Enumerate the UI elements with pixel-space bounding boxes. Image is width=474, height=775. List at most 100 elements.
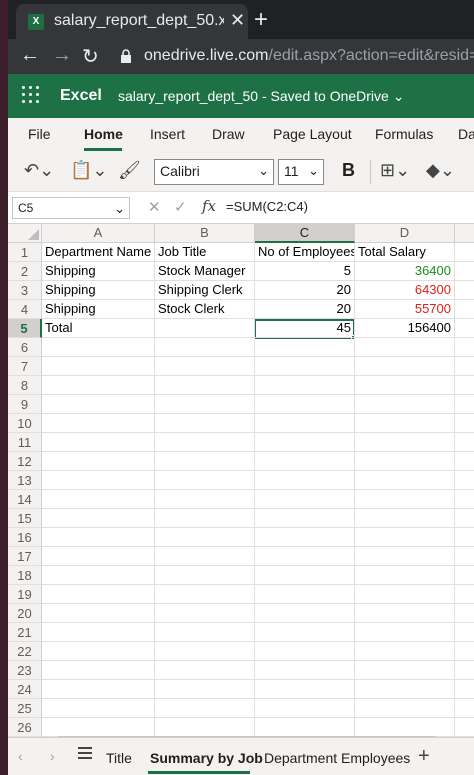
table-cell[interactable] <box>455 357 474 376</box>
table-cell[interactable] <box>355 699 455 718</box>
row-header[interactable]: 22 <box>8 642 42 661</box>
table-cell[interactable] <box>455 528 474 547</box>
table-cell[interactable] <box>355 509 455 528</box>
table-cell[interactable] <box>42 414 155 433</box>
undo-icon[interactable]: ↶⌄ <box>24 160 54 181</box>
table-cell[interactable] <box>42 452 155 471</box>
table-cell[interactable] <box>155 604 255 623</box>
column-header[interactable]: B <box>155 224 255 243</box>
table-cell[interactable] <box>455 509 474 528</box>
table-cell[interactable] <box>255 471 355 490</box>
row-header[interactable]: 14 <box>8 490 42 509</box>
tab-formulas[interactable]: Formulas <box>375 126 433 142</box>
table-cell[interactable]: Job Title <box>155 243 255 262</box>
table-cell[interactable]: Shipping <box>42 262 155 281</box>
table-cell[interactable] <box>42 699 155 718</box>
table-cell[interactable] <box>455 452 474 471</box>
table-cell[interactable] <box>42 642 155 661</box>
table-cell[interactable] <box>355 395 455 414</box>
font-size-select[interactable]: 11 ⌄ <box>278 159 324 185</box>
table-cell[interactable] <box>42 547 155 566</box>
row-header[interactable]: 1 <box>8 243 42 262</box>
table-cell[interactable]: 45 <box>255 319 355 338</box>
row-header[interactable]: 3 <box>8 281 42 300</box>
table-cell[interactable] <box>255 585 355 604</box>
new-tab-icon[interactable]: + <box>254 6 268 34</box>
table-cell[interactable] <box>455 547 474 566</box>
table-cell[interactable] <box>42 718 155 737</box>
table-cell[interactable] <box>455 243 474 262</box>
sheet-tab-title[interactable]: Title <box>106 750 132 766</box>
row-header[interactable]: 6 <box>8 338 42 357</box>
table-cell[interactable] <box>255 414 355 433</box>
fill-color-icon[interactable]: ◆⌄ <box>426 160 455 181</box>
table-cell[interactable] <box>455 433 474 452</box>
table-cell[interactable] <box>455 300 474 319</box>
select-all-corner[interactable] <box>8 224 42 243</box>
table-cell[interactable] <box>455 566 474 585</box>
row-header[interactable]: 16 <box>8 528 42 547</box>
table-cell[interactable] <box>355 452 455 471</box>
sheet-tab-department-employees[interactable]: Department Employees <box>264 750 410 766</box>
row-header[interactable]: 5 <box>8 319 42 338</box>
row-header[interactable]: 7 <box>8 357 42 376</box>
table-cell[interactable]: 20 <box>255 281 355 300</box>
table-cell[interactable] <box>155 680 255 699</box>
row-header[interactable]: 23 <box>8 661 42 680</box>
table-cell[interactable] <box>42 528 155 547</box>
lock-icon[interactable] <box>120 48 132 64</box>
tab-file[interactable]: File <box>28 126 51 142</box>
table-cell[interactable]: Department Name <box>42 243 155 262</box>
table-cell[interactable]: Shipping <box>42 281 155 300</box>
table-cell[interactable] <box>455 414 474 433</box>
column-header[interactable]: D <box>355 224 455 243</box>
table-cell[interactable]: Stock Manager <box>155 262 255 281</box>
table-cell[interactable] <box>455 281 474 300</box>
table-cell[interactable] <box>255 661 355 680</box>
row-header[interactable]: 15 <box>8 509 42 528</box>
table-cell[interactable]: 156400 <box>355 319 455 338</box>
table-cell[interactable] <box>155 528 255 547</box>
tab-page-layout[interactable]: Page Layout <box>273 126 352 142</box>
row-header[interactable]: 12 <box>8 452 42 471</box>
table-cell[interactable]: No of Employees <box>255 243 355 262</box>
table-cell[interactable] <box>42 509 155 528</box>
app-launcher-icon[interactable] <box>22 86 40 104</box>
format-painter-icon[interactable]: 🖌 <box>118 160 141 181</box>
table-cell[interactable] <box>255 376 355 395</box>
table-cell[interactable] <box>255 566 355 585</box>
row-header[interactable]: 2 <box>8 262 42 281</box>
row-header[interactable]: 4 <box>8 300 42 319</box>
table-cell[interactable] <box>355 528 455 547</box>
back-arrow-icon[interactable]: ← <box>20 44 40 67</box>
table-cell[interactable] <box>155 547 255 566</box>
table-cell[interactable] <box>355 433 455 452</box>
row-header[interactable]: 26 <box>8 718 42 737</box>
row-header[interactable]: 25 <box>8 699 42 718</box>
row-header[interactable]: 17 <box>8 547 42 566</box>
table-cell[interactable] <box>455 718 474 737</box>
scroll-left-icon[interactable]: ‹ <box>18 748 23 764</box>
browser-tab[interactable]: X salary_report_dept_50.xlsx ✕ <box>16 4 248 39</box>
table-cell[interactable] <box>355 357 455 376</box>
table-cell[interactable]: Shipping <box>42 300 155 319</box>
table-cell[interactable] <box>155 699 255 718</box>
table-cell[interactable] <box>255 452 355 471</box>
table-cell[interactable] <box>42 566 155 585</box>
table-cell[interactable] <box>455 319 474 338</box>
table-cell[interactable] <box>255 433 355 452</box>
row-header[interactable]: 21 <box>8 623 42 642</box>
table-cell[interactable] <box>255 395 355 414</box>
table-cell[interactable] <box>455 699 474 718</box>
row-header[interactable]: 18 <box>8 566 42 585</box>
table-cell[interactable] <box>455 471 474 490</box>
table-cell[interactable] <box>42 490 155 509</box>
table-cell[interactable] <box>155 452 255 471</box>
row-header[interactable]: 9 <box>8 395 42 414</box>
table-cell[interactable] <box>155 433 255 452</box>
row-header[interactable]: 11 <box>8 433 42 452</box>
table-cell[interactable]: Shipping Clerk <box>155 281 255 300</box>
tab-draw[interactable]: Draw <box>212 126 245 142</box>
scroll-right-icon[interactable]: › <box>50 748 55 764</box>
document-title[interactable]: salary_report_dept_50 - Saved to OneDriv… <box>118 88 404 105</box>
